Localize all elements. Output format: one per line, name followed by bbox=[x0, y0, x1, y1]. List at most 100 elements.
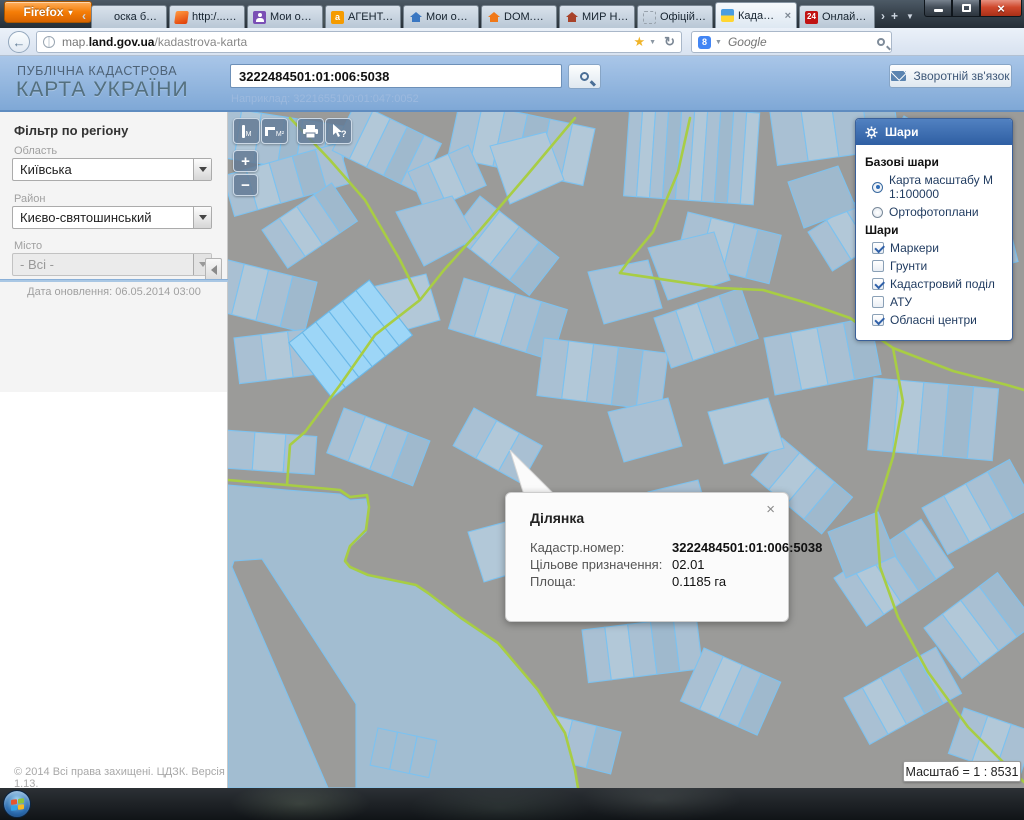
envelope-icon bbox=[891, 71, 906, 81]
measure-area-button[interactable]: М² bbox=[261, 118, 288, 144]
cadastral-search-input[interactable] bbox=[230, 64, 562, 88]
flame-favicon-icon bbox=[174, 11, 189, 24]
agent-favicon-icon: a bbox=[331, 11, 344, 24]
chevron-down-icon: ▾ bbox=[69, 8, 73, 17]
layer-label: Маркери bbox=[890, 241, 939, 255]
web-search-input[interactable] bbox=[726, 34, 873, 50]
layer-option[interactable]: Обласні центри bbox=[872, 313, 1003, 327]
dashed-square-favicon-icon bbox=[643, 11, 656, 24]
site-logo-line1: ПУБЛІЧНА КАДАСТРОВА bbox=[17, 64, 177, 78]
layer-option[interactable]: Грунти bbox=[872, 259, 1003, 273]
area-icon bbox=[265, 127, 275, 136]
chevron-down-icon[interactable]: ▼ bbox=[649, 39, 656, 46]
popup-row-value: 3222484501:01:006:5038 bbox=[672, 539, 822, 556]
feedback-button-label: Зворотній зв'язок bbox=[913, 69, 1009, 83]
layer-option[interactable]: АТУ bbox=[872, 295, 1003, 309]
checkbox-icon[interactable] bbox=[872, 296, 884, 308]
misto-label: Місто bbox=[14, 240, 42, 252]
tab-scroll-left-icon[interactable]: ‹ bbox=[82, 9, 89, 28]
printer-icon bbox=[303, 125, 318, 138]
tab-label: МИР НЕДВ... bbox=[582, 11, 629, 23]
site-logo-line2: КАРТА УКРАЇНИ bbox=[16, 78, 189, 102]
measure-length-label: М bbox=[246, 131, 252, 138]
select-arrow-icon[interactable] bbox=[193, 159, 211, 180]
base-layers-title: Базові шари bbox=[865, 155, 1003, 169]
checkbox-icon[interactable] bbox=[872, 242, 884, 254]
filter-title: Фільтр по регіону bbox=[14, 123, 128, 138]
tab-label: Мои объяв... bbox=[270, 11, 317, 23]
browser-tab[interactable]: оска бесп... bbox=[91, 5, 167, 28]
base-layer-label: Ортофотоплани bbox=[889, 205, 979, 219]
firefox-menu-button[interactable]: Firefox ▾ bbox=[4, 1, 92, 23]
oblast-value: Київська bbox=[20, 162, 72, 177]
minimize-button[interactable] bbox=[924, 0, 952, 17]
tab-label: оска бесп... bbox=[114, 11, 161, 23]
close-icon[interactable]: × bbox=[766, 502, 775, 517]
identify-button[interactable]: ? bbox=[325, 118, 352, 144]
layers-title: Шари bbox=[865, 223, 1003, 237]
tab-close-icon[interactable]: × bbox=[785, 10, 791, 22]
feedback-button[interactable]: Зворотній зв'язок bbox=[889, 64, 1012, 88]
browser-tab[interactable]: http:/...-c1-t5 bbox=[169, 5, 245, 28]
divider bbox=[0, 279, 228, 282]
filter-panel: Фільтр по регіону Область Київська Район… bbox=[0, 112, 227, 392]
browser-tab-active[interactable]: Кадастр... × bbox=[715, 2, 797, 28]
layer-label: Грунти bbox=[890, 259, 927, 273]
misto-select: - Всі - bbox=[12, 253, 212, 276]
browser-tab[interactable]: МИР НЕДВ... bbox=[559, 5, 635, 28]
browser-nav-bar: ← map. land.gov.ua /kadastrova-karta ★ ▼… bbox=[0, 28, 1024, 56]
popup-row-value: 0.1185 га bbox=[672, 573, 778, 590]
print-button[interactable] bbox=[297, 118, 324, 144]
checkbox-icon[interactable] bbox=[872, 314, 884, 326]
zoom-in-button[interactable]: + bbox=[233, 150, 258, 172]
search-icon[interactable] bbox=[877, 38, 885, 46]
bookmark-star-icon[interactable]: ★ bbox=[634, 34, 646, 50]
cadastral-search-button[interactable] bbox=[568, 64, 601, 89]
popup-row-value: 02.01 bbox=[672, 556, 778, 573]
browser-search-box[interactable]: 8 ▼ bbox=[691, 31, 892, 53]
browser-tab[interactable]: a АГЕНТ.ua - ... bbox=[325, 5, 401, 28]
browser-tab[interactable]: 24 Онлайн тра... bbox=[799, 5, 875, 28]
layer-option[interactable]: Маркери bbox=[872, 241, 1003, 255]
browser-tab[interactable]: Мои объяв... bbox=[247, 5, 323, 28]
chevron-down-icon[interactable]: ▼ bbox=[715, 39, 722, 46]
zoom-out-button[interactable]: − bbox=[233, 174, 258, 196]
scale-indicator: Масштаб = 1 : 8531 bbox=[903, 761, 1021, 782]
oblast-select[interactable]: Київська bbox=[12, 158, 212, 181]
google-engine-icon[interactable]: 8 bbox=[698, 36, 711, 49]
url-bar[interactable]: map. land.gov.ua /kadastrova-karta ★ ▼ ↻ bbox=[36, 31, 682, 53]
screen: Firefox ▾ ‹ оска бесп... http:/...-c1-t5… bbox=[0, 0, 1024, 820]
layers-panel-title: Шари bbox=[885, 125, 918, 139]
cursor-question-icon: ? bbox=[331, 124, 347, 139]
reload-icon[interactable]: ↻ bbox=[664, 34, 675, 50]
radio-icon[interactable] bbox=[872, 182, 883, 193]
base-layer-option[interactable]: Ортофотоплани bbox=[872, 205, 1003, 219]
base-layer-option[interactable]: Карта масштабу М 1:100000 bbox=[872, 173, 1003, 201]
tab-list-icon[interactable]: ▼ bbox=[902, 12, 916, 28]
radio-icon[interactable] bbox=[872, 207, 883, 218]
start-button[interactable] bbox=[3, 790, 31, 818]
search-icon bbox=[580, 72, 589, 81]
popup-row-label: Цільове призначення: bbox=[530, 556, 672, 573]
restore-button[interactable] bbox=[952, 0, 980, 17]
map-pane[interactable]: М М² ? + − bbox=[228, 112, 1024, 788]
red-24-favicon-icon: 24 bbox=[805, 11, 818, 24]
layers-panel-header[interactable]: Шари bbox=[856, 119, 1012, 145]
close-button[interactable]: × bbox=[980, 0, 1022, 17]
browser-tab[interactable]: Офіційний ... bbox=[637, 5, 713, 28]
measure-area-label: М² bbox=[276, 131, 284, 138]
browser-tab[interactable]: Мои объяв... bbox=[403, 5, 479, 28]
raion-select[interactable]: Києво-святошинський bbox=[12, 206, 212, 229]
tab-scroll-right-icon[interactable]: › bbox=[877, 9, 887, 28]
url-subdomain: map. bbox=[62, 35, 89, 49]
house-favicon-icon bbox=[409, 11, 422, 24]
layer-option[interactable]: Кадастровий поділ bbox=[872, 277, 1003, 291]
tab-label: Онлайн тра... bbox=[822, 11, 869, 23]
select-arrow-icon[interactable] bbox=[193, 207, 211, 228]
measure-length-button[interactable]: М bbox=[233, 118, 260, 144]
back-button[interactable]: ← bbox=[8, 31, 30, 53]
browser-tab[interactable]: DOM.RIA.c... bbox=[481, 5, 557, 28]
new-tab-button[interactable]: + bbox=[889, 9, 900, 28]
checkbox-icon[interactable] bbox=[872, 260, 884, 272]
checkbox-icon[interactable] bbox=[872, 278, 884, 290]
